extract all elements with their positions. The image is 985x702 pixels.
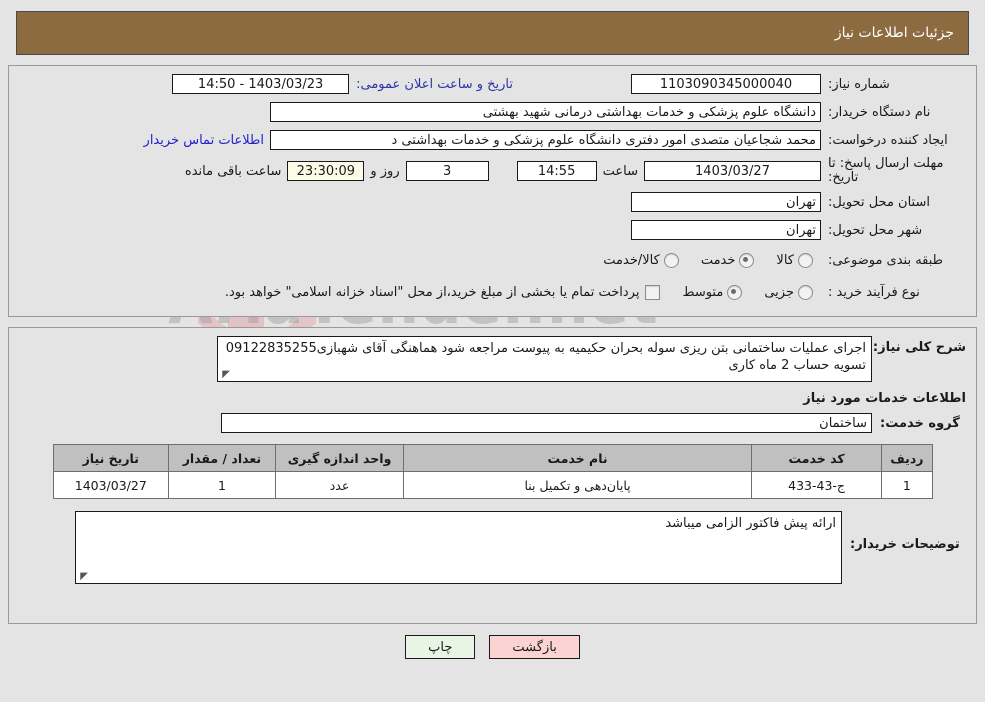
row-service-group: گروه خدمت: ساختمان [9, 408, 976, 438]
services-table: ردیف کد خدمت نام خدمت واحد اندازه گیری ت… [52, 444, 933, 499]
days-remaining-value[interactable]: 3 [405, 161, 489, 181]
service-group-label: گروه خدمت: [880, 415, 960, 431]
radio-category-2[interactable] [663, 252, 679, 268]
th-quantity: تعداد / مقدار [168, 444, 276, 472]
row-deadline: مهلت ارسال پاسخ: تا تاریخ: 1403/03/27 سا… [9, 154, 976, 188]
buyer-notes-text: ارائه پیش فاکتور الزامی میباشد [665, 516, 836, 531]
cell-service-code: ج-43-433 [750, 471, 883, 499]
radio-purchase-1[interactable] [727, 284, 743, 300]
cell-service-name: پایان‌دهی و تکمیل بنا [403, 471, 752, 499]
radio-category-0[interactable] [798, 252, 813, 268]
description-label: شرح کلی نیاز: [872, 340, 966, 355]
city-label: شهر محل تحویل: [828, 222, 923, 238]
notes-resize-handle-icon[interactable]: ◤ [78, 572, 88, 582]
province-value[interactable]: تهران [631, 192, 821, 212]
radio-category-1[interactable] [739, 252, 755, 268]
purchase-type-label: نوع فرآیند خرید : [828, 284, 920, 300]
creator-value[interactable]: محمد شجاعیان متصدی امور دفتری دانشگاه عل… [270, 130, 821, 150]
need-info-panel: شماره نیاز: 1103090345000040 تاریخ و ساع… [8, 65, 977, 317]
th-radif: ردیف [881, 444, 933, 472]
category-label: طبقه بندی موضوعی: [828, 252, 944, 268]
cell-need-date: 1403/03/27 [52, 471, 170, 499]
announcement-value[interactable]: 1403/03/23 - 14:50 [172, 74, 350, 94]
page-root: جزئیات اطلاعات نیاز شماره نیاز: 11030903… [0, 11, 985, 659]
row-purchase-type: نوع فرآیند خرید : جزیی متوسط پرداخت تمام… [9, 276, 976, 308]
deadline-label: مهلت ارسال پاسخ: تا تاریخ: [828, 156, 944, 185]
buyer-notes-textarea[interactable]: ارائه پیش فاکتور الزامی میباشد ◤ [75, 511, 842, 584]
resize-handle-icon[interactable]: ◤ [220, 370, 230, 380]
services-section-title: اطلاعات خدمات مورد نیاز [803, 391, 966, 406]
radio-category-1-label: خدمت [700, 252, 736, 268]
table-row: 1 ج-43-433 پایان‌دهی و تکمیل بنا عدد 1 1… [52, 471, 933, 499]
deadline-hour-value[interactable]: 14:55 [516, 161, 597, 181]
buyer-org-value[interactable]: دانشگاه علوم پزشکی و خدمات بهداشتی درمان… [270, 102, 821, 122]
row-creator: ایجاد کننده درخواست: محمد شجاعیان متصدی … [9, 126, 976, 154]
description-textarea[interactable]: اجرای عملیات ساختمانی بتن ریزی سوله بحرا… [217, 336, 872, 382]
row-need-number: شماره نیاز: 1103090345000040 تاریخ و ساع… [9, 70, 976, 98]
buyer-contact-link[interactable]: اطلاعات تماس خریدار [138, 133, 270, 148]
cell-unit: عدد [274, 471, 405, 499]
province-label: استان محل تحویل: [828, 194, 930, 210]
countdown-label: ساعت باقی مانده [184, 163, 282, 179]
city-value[interactable]: تهران [631, 220, 821, 240]
back-button[interactable]: بازگشت [489, 635, 580, 659]
radio-purchase-0-label: جزیی [764, 284, 794, 300]
buyer-notes-label: توضیحات خریدار: [850, 537, 960, 552]
th-need-date: تاریخ نیاز [52, 444, 170, 472]
days-label: روز و [370, 163, 400, 179]
table-header-row: ردیف کد خدمت نام خدمت واحد اندازه گیری ت… [52, 444, 933, 472]
treasury-note: پرداخت تمام یا بخشی از مبلغ خرید،از محل … [224, 284, 640, 300]
cell-quantity: 1 [168, 471, 276, 499]
page-header: جزئیات اطلاعات نیاز [16, 11, 969, 55]
row-buyer-org: نام دستگاه خریدار: دانشگاه علوم پزشکی و … [9, 98, 976, 126]
deadline-date-value[interactable]: 1403/03/27 [644, 161, 821, 181]
radio-purchase-1-label: متوسط [682, 284, 724, 300]
service-group-value[interactable]: ساختمان [221, 413, 872, 433]
buyer-org-label: نام دستگاه خریدار: [828, 104, 931, 120]
th-unit: واحد اندازه گیری [274, 444, 405, 472]
radio-purchase-0[interactable] [798, 284, 813, 300]
treasury-checkbox[interactable] [645, 284, 661, 300]
need-number-label: شماره نیاز: [828, 76, 890, 92]
row-description: شرح کلی نیاز: اجرای عملیات ساختمانی بتن … [9, 328, 976, 382]
th-service-code: کد خدمت [750, 444, 883, 472]
row-province: استان محل تحویل: تهران [9, 188, 976, 216]
services-panel: شرح کلی نیاز: اجرای عملیات ساختمانی بتن … [8, 327, 977, 624]
radio-category-2-label: کالا/خدمت [603, 252, 660, 268]
page-title: جزئیات اطلاعات نیاز [834, 25, 954, 41]
th-service-name: نام خدمت [403, 444, 752, 472]
row-city: شهر محل تحویل: تهران [9, 216, 976, 244]
row-category: طبقه بندی موضوعی: کالا خدمت کالا/خدمت [9, 244, 976, 276]
cell-radif: 1 [881, 471, 933, 499]
radio-category-0-label: کالا [776, 252, 794, 268]
need-number-value[interactable]: 1103090345000040 [631, 74, 821, 94]
row-buyer-notes: توضیحات خریدار: ارائه پیش فاکتور الزامی … [9, 499, 976, 584]
announcement-label: تاریخ و ساعت اعلان عمومی: [356, 76, 513, 92]
print-button[interactable]: چاپ [405, 635, 476, 659]
action-buttons: بازگشت چاپ [0, 635, 985, 659]
creator-label: ایجاد کننده درخواست: [828, 132, 948, 148]
services-table-wrap: ردیف کد خدمت نام خدمت واحد اندازه گیری ت… [9, 438, 976, 499]
hour-label: ساعت [602, 163, 638, 179]
countdown-value[interactable]: 23:30:09 [287, 161, 365, 181]
description-text: اجرای عملیات ساختمانی بتن ریزی سوله بحرا… [225, 341, 866, 373]
